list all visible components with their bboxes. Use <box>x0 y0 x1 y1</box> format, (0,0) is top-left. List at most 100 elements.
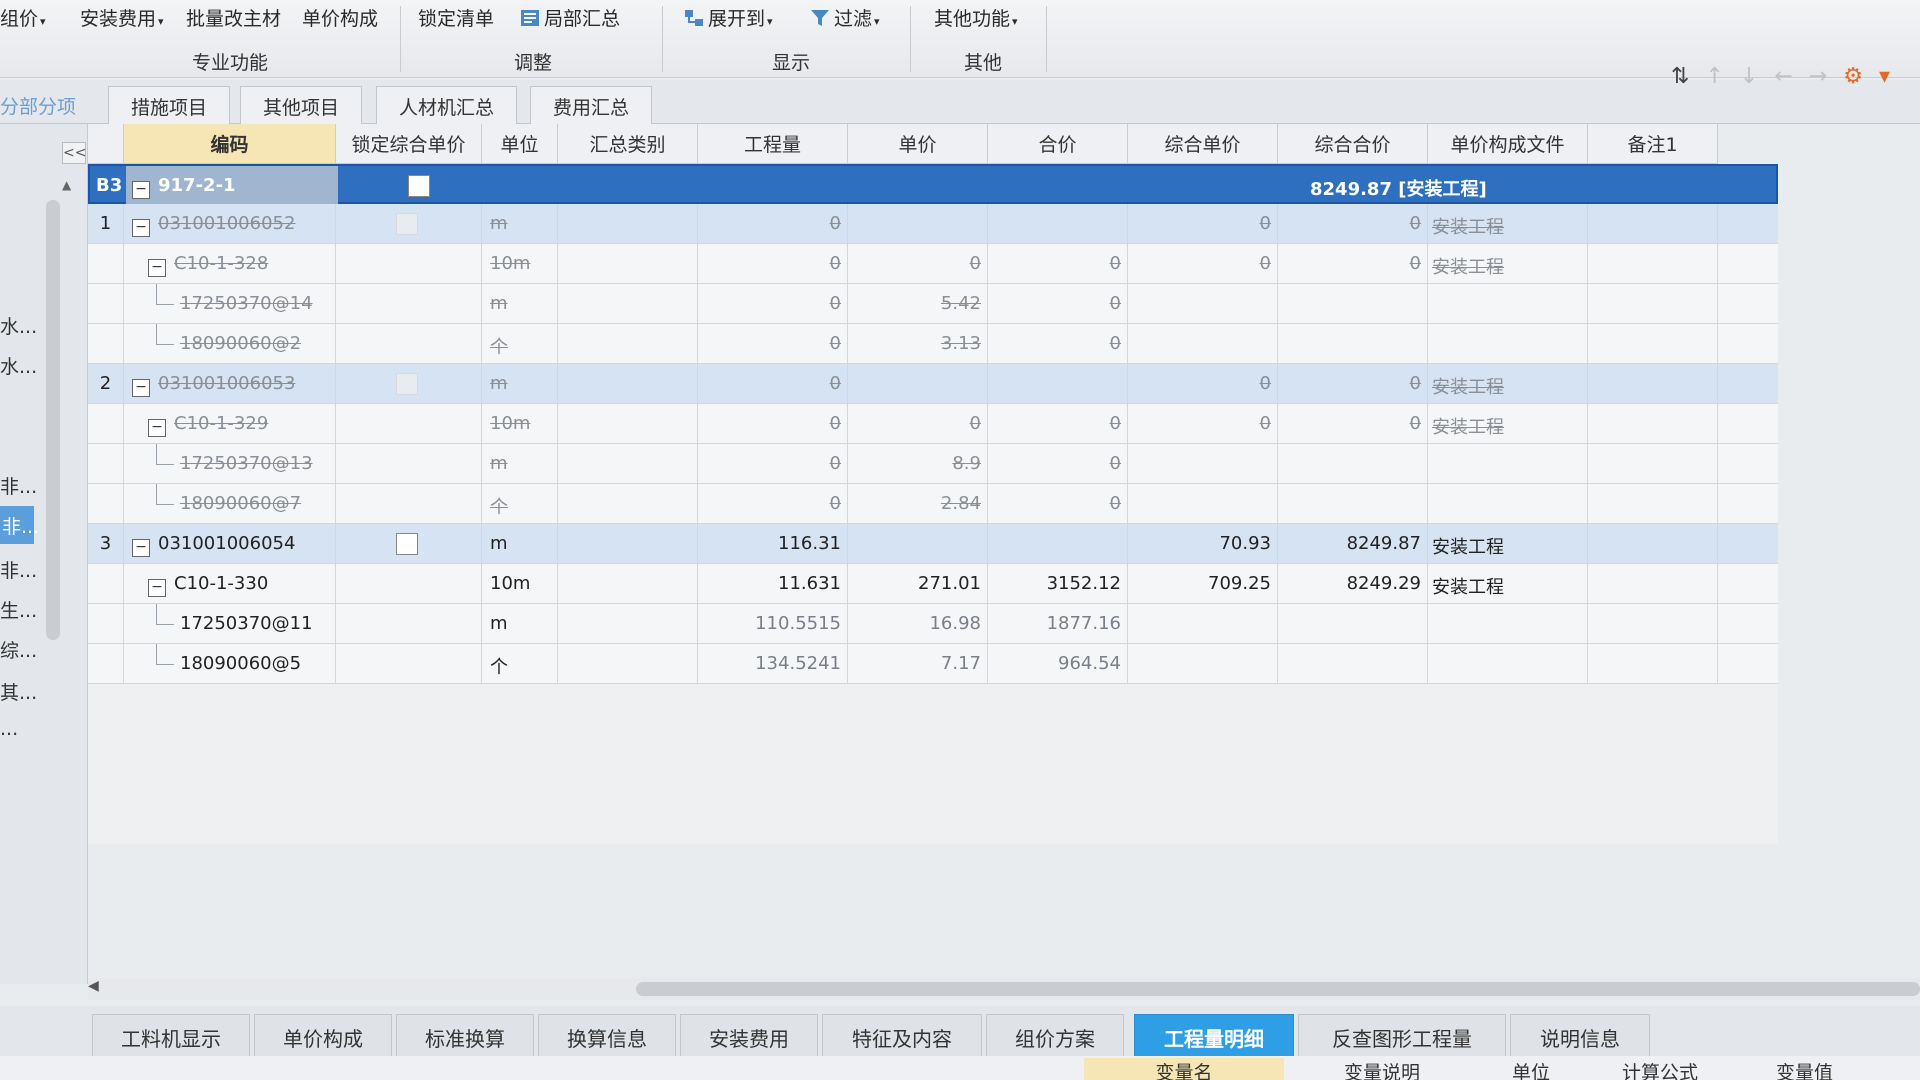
sidebar-item[interactable]: 水... <box>0 312 37 339</box>
row-composite-unit-price[interactable]: 0 <box>1128 244 1278 284</box>
row-empty-cell[interactable] <box>558 524 698 564</box>
row-unit[interactable]: m <box>482 524 558 564</box>
row-composite-unit-price[interactable]: 0 <box>1128 204 1278 244</box>
header-summary-type[interactable]: 汇总类别 <box>558 124 698 164</box>
row-code[interactable]: 18090060@2 <box>124 324 336 364</box>
row-code[interactable]: 18090060@5 <box>124 644 336 684</box>
row-composite-total[interactable] <box>1278 604 1428 644</box>
row-unit-price[interactable] <box>848 364 988 404</box>
row-quantity[interactable]: 110.5515 <box>698 604 848 644</box>
row-empty-cell[interactable] <box>1588 204 1718 244</box>
row-empty-cell[interactable] <box>558 484 698 524</box>
row-unit[interactable]: m <box>482 444 558 484</box>
row-composite-total[interactable]: 8249.87 <box>1278 524 1428 564</box>
sidebar-item[interactable]: 生... <box>0 596 37 623</box>
row-empty-cell[interactable] <box>558 604 698 644</box>
table-row[interactable]: 17250370@14 m 0 5.42 0 <box>88 284 1778 324</box>
tab-features[interactable]: 特征及内容 <box>822 1014 982 1058</box>
row-unit[interactable]: 10m <box>482 244 558 284</box>
tab-install-fee[interactable]: 安装费用 <box>680 1014 818 1058</box>
row-empty-cell[interactable] <box>558 364 698 404</box>
collapse-icon[interactable]: − <box>132 379 150 397</box>
table-row[interactable]: 18090060@2 个 0 3.13 0 <box>88 324 1778 364</box>
row-composite-unit-price[interactable] <box>1128 644 1278 684</box>
table-row[interactable]: − C10-1-328 10m 0 0 0 0 0 安装工程 <box>88 244 1778 284</box>
row-quantity[interactable]: 0 <box>698 244 848 284</box>
row-quantity[interactable]: 134.5241 <box>698 644 848 684</box>
row-composite-total[interactable]: 0 <box>1278 244 1428 284</box>
row-composite-total[interactable]: 8249.29 <box>1278 564 1428 604</box>
row-empty-cell[interactable] <box>1588 484 1718 524</box>
row-empty-cell[interactable] <box>558 204 698 244</box>
sidebar-item[interactable]: 非... <box>0 556 37 583</box>
sub-header-variable-desc[interactable]: 变量说明 <box>1344 1058 1420 1080</box>
row-unit-price[interactable]: 0 <box>848 244 988 284</box>
row-composition-file[interactable] <box>1428 484 1588 524</box>
row-quantity[interactable]: 0 <box>698 444 848 484</box>
ribbon-expand-to-button[interactable]: 展开到 ▾ <box>684 4 773 31</box>
row-composition-file[interactable]: 安装工程 <box>1428 364 1588 404</box>
tab-conversion-info[interactable]: 换算信息 <box>538 1014 676 1058</box>
sub-header-formula[interactable]: 计算公式 <box>1622 1058 1698 1080</box>
row-code[interactable]: −031001006052 <box>124 204 336 244</box>
row-total[interactable]: 0 <box>988 404 1128 444</box>
sub-header-variable-value[interactable]: 变量值 <box>1776 1058 1833 1080</box>
row-composite-total[interactable]: 0 <box>1278 404 1428 444</box>
header-composite-unit-price[interactable]: 综合单价 <box>1128 124 1278 164</box>
ribbon-unit-composition-button[interactable]: 单价构成 <box>302 4 378 31</box>
row-unit-price[interactable]: 271.01 <box>848 564 988 604</box>
row-unit[interactable]: 10m <box>482 564 558 604</box>
row-composite-unit-price[interactable] <box>1128 604 1278 644</box>
row-code[interactable]: −917-2-1 <box>126 166 338 206</box>
ribbon-pricing-button[interactable]: 组价 ▾ <box>0 4 46 31</box>
row-composite-unit-price[interactable] <box>1128 444 1278 484</box>
scroll-up-arrow-icon[interactable]: ▲ <box>62 178 71 192</box>
row-unit[interactable]: 个 <box>482 484 558 524</box>
row-unit[interactable]: m <box>482 284 558 324</box>
sidebar-item-selected[interactable]: 非... <box>0 506 39 544</box>
row-composition-file[interactable]: 安装工程 <box>1428 524 1588 564</box>
table-row[interactable]: 3−031001006054 m 116.31 70.93 8249.87 安装工程 <box>88 524 1778 564</box>
row-quantity[interactable]: 0 <box>698 324 848 364</box>
row-unit[interactable]: 个 <box>482 644 558 684</box>
row-code[interactable]: −031001006053 <box>124 364 336 404</box>
table-row[interactable]: 1−031001006052 m 0 0 0 安装工程 <box>88 204 1778 244</box>
tab-pricing-scheme[interactable]: 组价方案 <box>986 1014 1124 1058</box>
tab-labor-material-display[interactable]: 工料机显示 <box>92 1014 250 1058</box>
tab-unit-composition[interactable]: 单价构成 <box>254 1014 392 1058</box>
row-empty-cell[interactable] <box>336 324 482 364</box>
tab-standard-conversion[interactable]: 标准换算 <box>396 1014 534 1058</box>
header-total[interactable]: 合价 <box>988 124 1128 164</box>
row-composition-file[interactable] <box>1428 644 1588 684</box>
row-composite-unit-price[interactable]: 0 <box>1128 364 1278 404</box>
row-empty-cell[interactable] <box>558 644 698 684</box>
row-total[interactable]: 3152.12 <box>988 564 1128 604</box>
vertical-scrollbar[interactable] <box>46 200 60 640</box>
move-left-icon[interactable]: ← <box>1774 64 1808 89</box>
collapse-icon[interactable]: − <box>132 539 150 557</box>
scroll-left-arrow-icon[interactable]: ◀ <box>88 978 99 994</box>
settings-icon[interactable]: ⚙▾ <box>1843 64 1906 89</box>
row-empty-cell[interactable] <box>1588 644 1718 684</box>
sort-icon[interactable]: ⇅ <box>1671 64 1705 89</box>
row-empty-cell[interactable] <box>1588 364 1718 404</box>
row-composition-file[interactable] <box>1428 324 1588 364</box>
row-empty-cell[interactable] <box>558 284 698 324</box>
tab-quantity-detail[interactable]: 工程量明细 <box>1134 1014 1294 1058</box>
row-empty-cell[interactable] <box>1588 564 1718 604</box>
table-row[interactable]: − C10-1-329 10m 0 0 0 0 0 安装工程 <box>88 404 1778 444</box>
row-empty-cell[interactable] <box>1588 444 1718 484</box>
row-quantity[interactable]: 0 <box>698 404 848 444</box>
sub-header-variable-name[interactable]: 变量名 <box>1084 1058 1284 1080</box>
header-unit[interactable]: 单位 <box>482 124 558 164</box>
row-unit[interactable]: m <box>482 604 558 644</box>
collapse-sidebar-button[interactable]: << <box>62 142 86 164</box>
row-composite-total[interactable]: 0 <box>1278 364 1428 404</box>
row-unit[interactable]: 10m <box>482 404 558 444</box>
row-total[interactable]: 964.54 <box>988 644 1128 684</box>
row-total[interactable]: 0 <box>988 244 1128 284</box>
collapse-icon[interactable]: − <box>148 419 166 437</box>
tab-measures[interactable]: 措施项目 <box>108 86 231 124</box>
table-row[interactable]: 17250370@11 m 110.5515 16.98 1877.16 <box>88 604 1778 644</box>
collapse-icon[interactable]: − <box>148 579 166 597</box>
